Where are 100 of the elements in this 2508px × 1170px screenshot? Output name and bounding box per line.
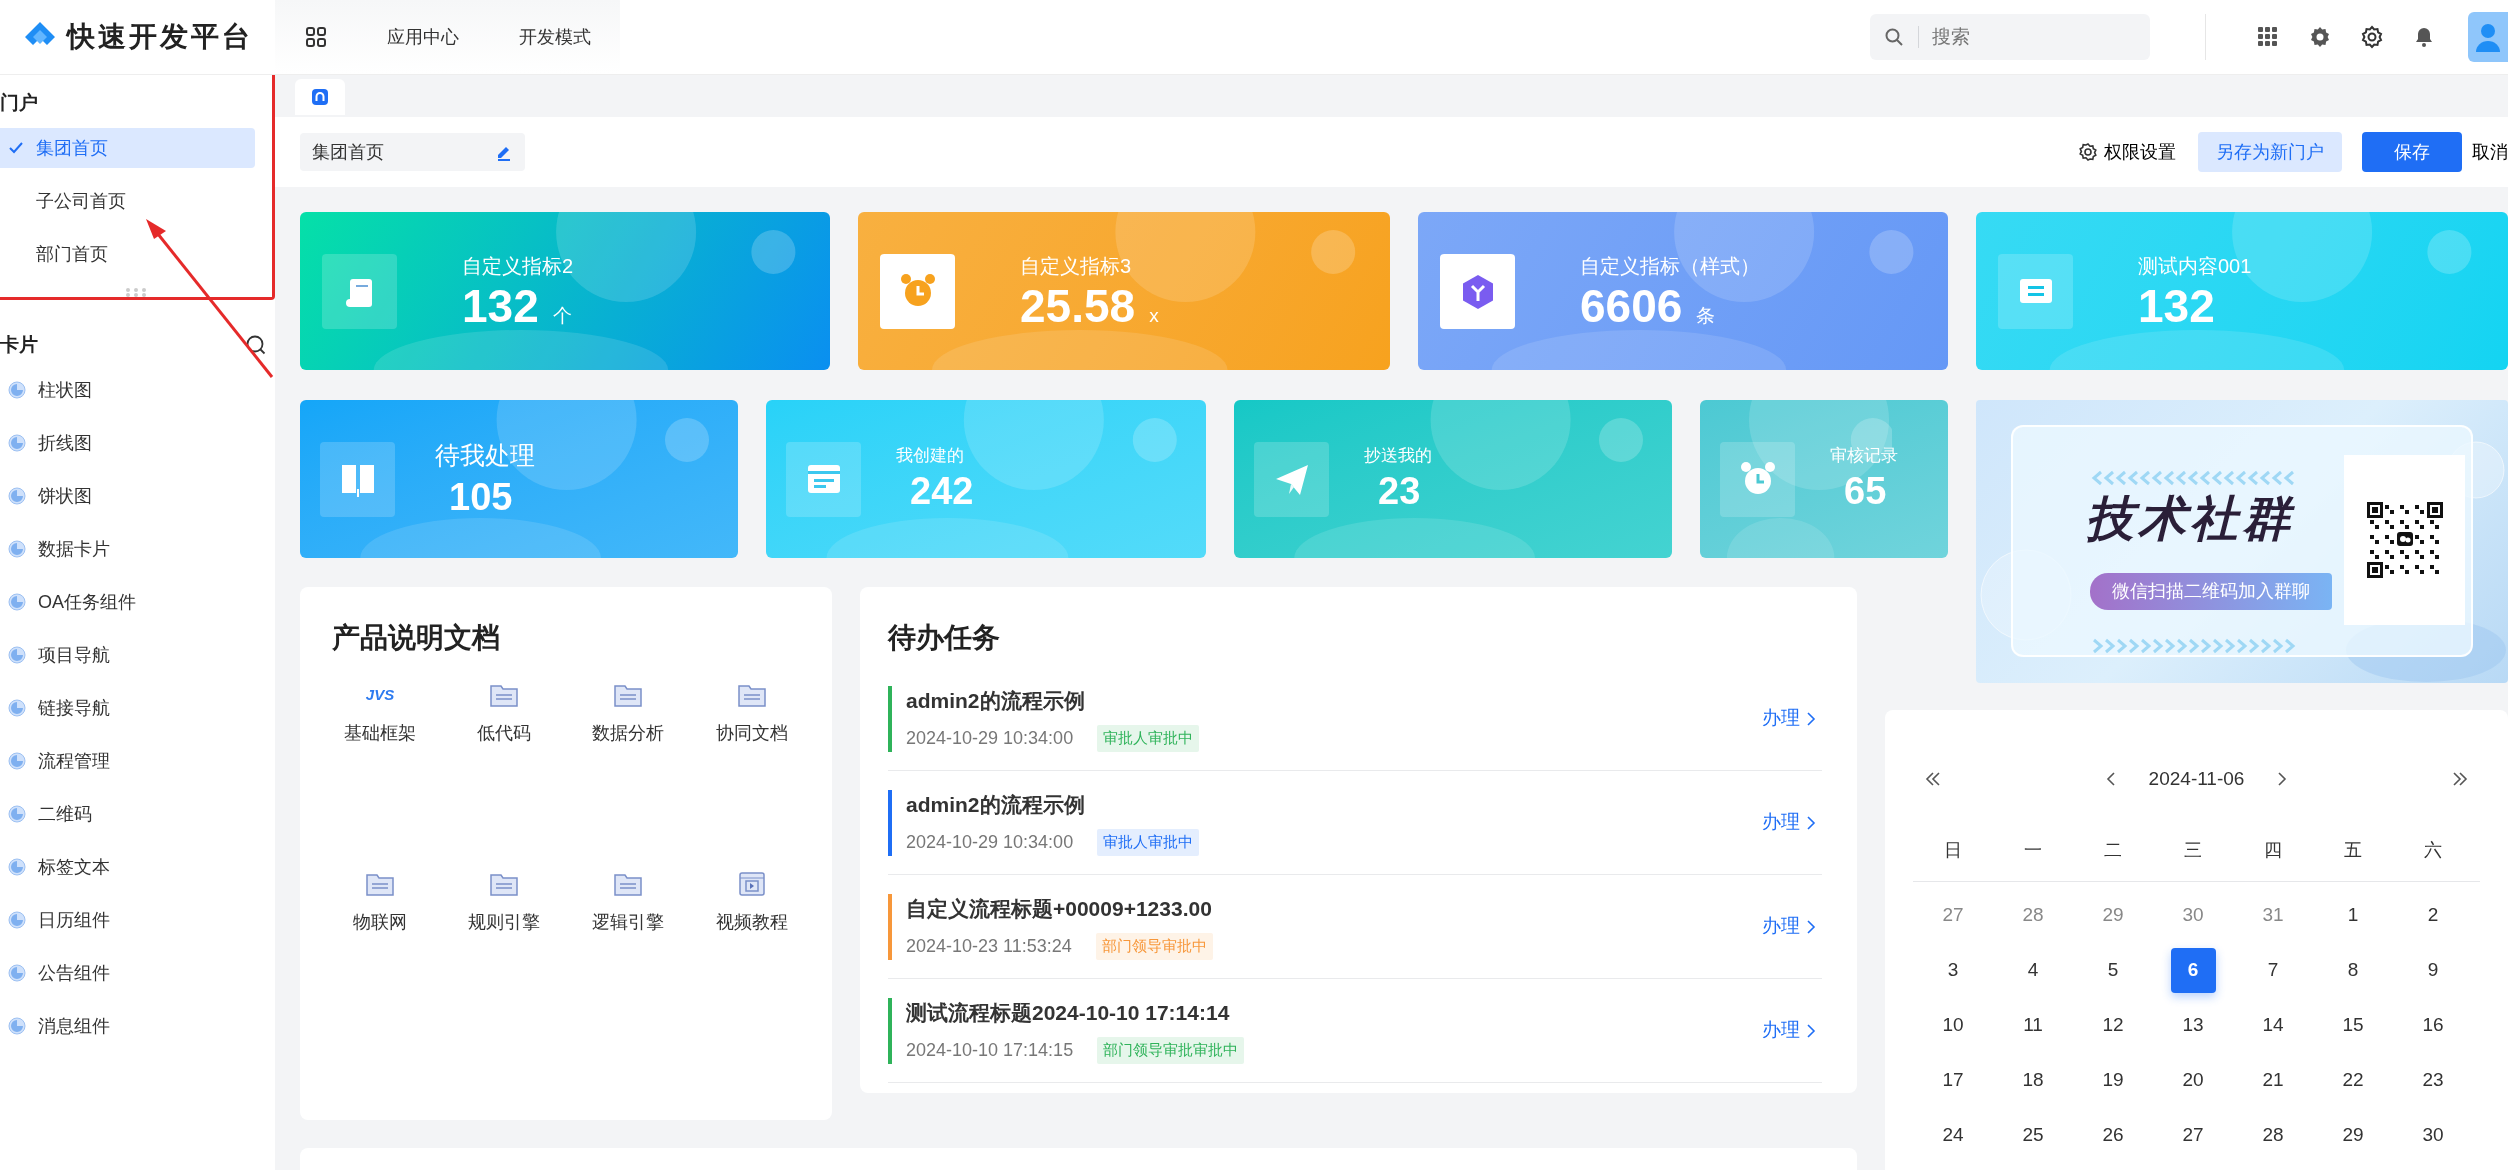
- sidebar-item[interactable]: 折线图: [0, 423, 255, 463]
- status-tag: 审批人审批中: [1097, 725, 1200, 752]
- task-time: 2024-10-10 17:14:15: [906, 1038, 1074, 1062]
- permission-button[interactable]: 权限设置: [2072, 137, 2182, 167]
- sidebar-item[interactable]: 项目导航: [0, 635, 255, 675]
- sidebar-item[interactable]: 饼状图: [0, 476, 255, 516]
- stat-title: 自定义指标（样式）: [1580, 253, 1760, 279]
- calendar-day[interactable]: 15: [2330, 1002, 2376, 1048]
- sidebar-item[interactable]: 标签文本: [0, 847, 255, 887]
- calendar-day[interactable]: 20: [2170, 1057, 2216, 1103]
- calendar-day[interactable]: 28: [2250, 1112, 2296, 1158]
- save-button[interactable]: 保存: [2362, 132, 2462, 172]
- nav-link[interactable]: 开发模式: [519, 23, 591, 51]
- calendar-day[interactable]: 21: [2250, 1057, 2296, 1103]
- calendar-day[interactable]: 29: [2330, 1112, 2376, 1158]
- task-time: 2024-10-29 10:34:00: [906, 726, 1074, 750]
- sidebar-item[interactable]: 公告组件: [0, 953, 255, 993]
- chevron-right-icon: [1806, 710, 1816, 727]
- calendar-day[interactable]: 28: [2010, 892, 2056, 938]
- calendar-day[interactable]: 24: [1930, 1112, 1976, 1158]
- calendar-day[interactable]: 14: [2250, 1002, 2296, 1048]
- calendar-day[interactable]: 13: [2170, 1002, 2216, 1048]
- sidebar-item[interactable]: 子公司首页: [0, 181, 255, 221]
- calendar-day[interactable]: 3: [1930, 947, 1976, 993]
- home-icon: [310, 87, 330, 107]
- doc-link[interactable]: 视频教程: [690, 868, 814, 937]
- stat-value: 65: [1844, 468, 1888, 514]
- calendar-day[interactable]: 10: [1930, 1002, 1976, 1048]
- sidebar-item[interactable]: 消息组件: [0, 1006, 255, 1046]
- section-title: 卡片: [0, 332, 38, 357]
- search-icon[interactable]: [245, 334, 267, 356]
- settings-icon[interactable]: [2308, 25, 2332, 49]
- stat-title: 自定义指标2: [462, 253, 574, 279]
- doc-link[interactable]: 数据分析: [566, 679, 690, 748]
- calendar-day[interactable]: 4: [2010, 947, 2056, 993]
- calendar-day[interactable]: 12: [2090, 1002, 2136, 1048]
- search-field[interactable]: 搜索: [1870, 14, 2150, 60]
- calendar-day[interactable]: 11: [2010, 1002, 2056, 1048]
- sidebar-item[interactable]: 柱状图: [0, 370, 255, 410]
- weekday-label: 三: [2183, 838, 2203, 862]
- sidebar-item[interactable]: 集团首页: [0, 128, 255, 168]
- gear-icon[interactable]: [2360, 25, 2384, 49]
- calendar-day[interactable]: 30: [2170, 892, 2216, 938]
- doc-link[interactable]: 低代码: [442, 679, 566, 748]
- sidebar-item[interactable]: 数据卡片: [0, 529, 255, 569]
- calendar-day[interactable]: 6: [2170, 947, 2216, 993]
- status-tag: 审批人审批中: [1097, 829, 1200, 856]
- doc-link[interactable]: 逻辑引擎: [566, 868, 690, 937]
- globe-icon: [8, 752, 26, 770]
- check-icon: [8, 140, 24, 156]
- calendar-day[interactable]: 30: [2410, 1112, 2456, 1158]
- calendar-day[interactable]: 31: [2250, 892, 2296, 938]
- portal-name-field[interactable]: 集团首页: [300, 133, 525, 171]
- calendar-day[interactable]: 23: [2410, 1057, 2456, 1103]
- handle-link[interactable]: 办理: [1756, 807, 1822, 838]
- calendar-day[interactable]: 17: [1930, 1057, 1976, 1103]
- stat-value: 6606: [1580, 280, 1683, 332]
- globe-icon: [8, 593, 26, 611]
- sidebar-item[interactable]: 日历组件: [0, 900, 255, 940]
- calendar-day[interactable]: 8: [2330, 947, 2376, 993]
- handle-link[interactable]: 办理: [1756, 703, 1822, 734]
- sidebar-item[interactable]: 流程管理: [0, 741, 255, 781]
- calendar-day[interactable]: 22: [2330, 1057, 2376, 1103]
- cancel-button[interactable]: 取消: [2472, 138, 2508, 166]
- calendar-day[interactable]: 1: [2330, 892, 2376, 938]
- doc-link[interactable]: 协同文档: [690, 679, 814, 748]
- handle-link[interactable]: 办理: [1756, 911, 1822, 942]
- calendar-day[interactable]: 18: [2010, 1057, 2056, 1103]
- calendar-day[interactable]: 29: [2090, 892, 2136, 938]
- calendar-day[interactable]: 2: [2410, 892, 2456, 938]
- calendar-day[interactable]: 27: [1930, 892, 1976, 938]
- sidebar-item[interactable]: 部门首页: [0, 234, 255, 274]
- task-title: 测试流程标题2024-10-10 17:14:14: [906, 1000, 1231, 1027]
- doc-link[interactable]: 物联网: [318, 868, 442, 937]
- calendar-day[interactable]: 9: [2410, 947, 2456, 993]
- sidebar-item[interactable]: 链接导航: [0, 688, 255, 728]
- save-as-button[interactable]: 另存为新门户: [2198, 132, 2342, 172]
- stat-unit: x: [1149, 305, 1159, 327]
- drag-handle-icon[interactable]: [124, 287, 148, 297]
- calendar-day[interactable]: 26: [2090, 1112, 2136, 1158]
- handle-link[interactable]: 办理: [1756, 1015, 1822, 1046]
- doc-link[interactable]: 规则引擎: [442, 868, 566, 937]
- calendar-day[interactable]: 25: [2010, 1112, 2056, 1158]
- stat-value: 242: [910, 468, 974, 514]
- apps-grid-icon[interactable]: [2256, 25, 2280, 49]
- doc-link[interactable]: JVS 基础框架: [318, 679, 442, 748]
- calendar-day[interactable]: 27: [2170, 1112, 2216, 1158]
- sidebar-item[interactable]: 二维码: [0, 794, 255, 834]
- sidebar-item[interactable]: OA任务组件: [0, 582, 255, 622]
- home-tab[interactable]: [295, 79, 345, 115]
- calendar-day[interactable]: 5: [2090, 947, 2136, 993]
- calendar-day[interactable]: 19: [2090, 1057, 2136, 1103]
- calendar-day[interactable]: 7: [2250, 947, 2296, 993]
- calendar-day[interactable]: 16: [2410, 1002, 2456, 1048]
- globe-icon: [8, 858, 26, 876]
- apps-icon[interactable]: [305, 26, 327, 48]
- stat-value: 23: [1378, 468, 1422, 514]
- task-time: 2024-10-23 11:53:24: [906, 934, 1072, 958]
- person-icon: [2474, 22, 2502, 52]
- nav-link[interactable]: 应用中心: [387, 23, 459, 51]
